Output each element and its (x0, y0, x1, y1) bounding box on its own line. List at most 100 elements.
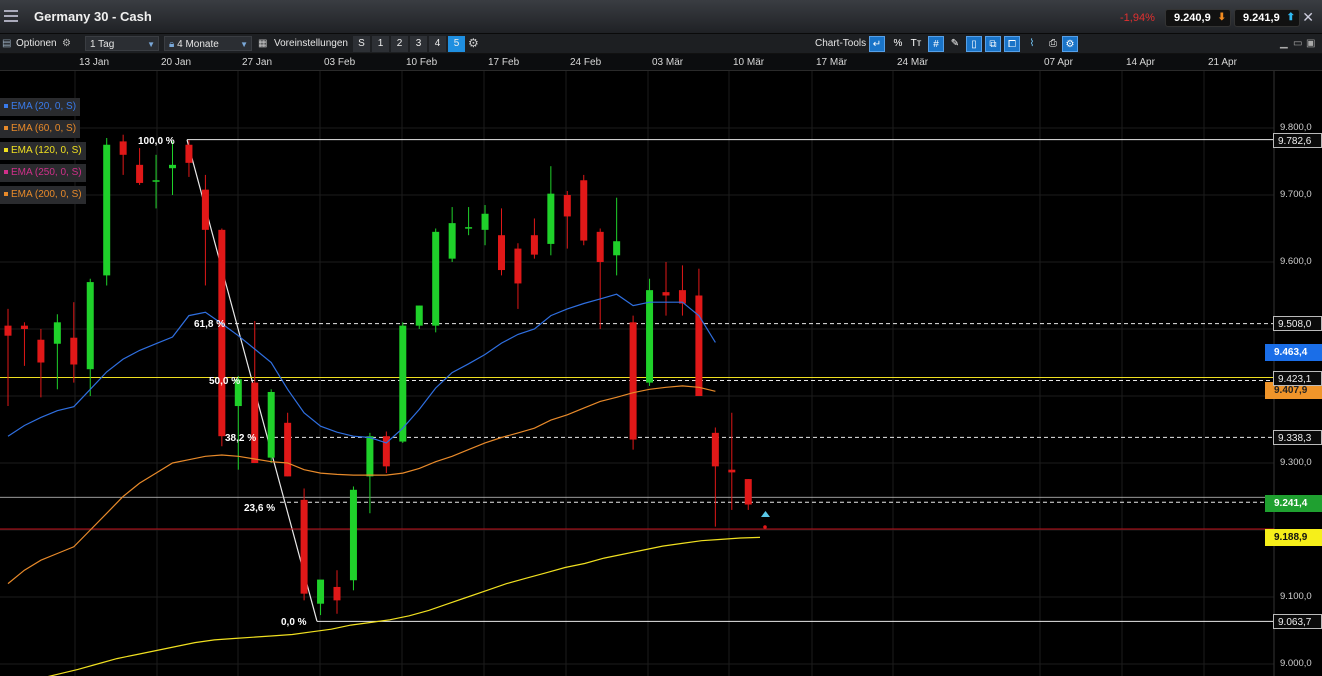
price-marker-icon (761, 511, 770, 517)
ema20-line (8, 294, 715, 443)
legend-dot (4, 170, 8, 174)
bid-price: 9.240,9 (1174, 12, 1211, 24)
options-button[interactable]: Optionen (16, 37, 57, 51)
price-tick: 9.600,0 (1280, 256, 1312, 267)
fib-label: 50,0 % (209, 376, 240, 387)
price-dot-icon (763, 525, 767, 529)
candle-body (613, 241, 620, 255)
date-label: 24 Feb (570, 57, 601, 68)
candle-body (185, 145, 192, 163)
hamburger-menu-icon[interactable] (4, 10, 18, 22)
legend-dot (4, 104, 8, 108)
legend-label: EMA (120, 0, S) (11, 145, 82, 156)
fib-500-tag: 9.423,1 (1273, 371, 1322, 386)
price-tick: 9.300,0 (1280, 457, 1312, 468)
legend-ema200[interactable]: EMA (200, 0, S) (0, 186, 86, 204)
legend-ema20[interactable]: EMA (20, 0, S) (0, 98, 80, 116)
fib-low-tag: 9.063,7 (1273, 614, 1322, 629)
price-tick: 9.700,0 (1280, 189, 1312, 200)
zoom-tool-icon[interactable]: ⧉ (985, 36, 1001, 52)
ask-price-box[interactable]: 9.241,9 ⬆ (1234, 9, 1300, 27)
date-axis: 13 Jan 20 Jan 27 Jan 03 Feb 10 Feb 17 Fe… (0, 54, 1322, 71)
maximize-icon[interactable]: ▣ (1306, 37, 1315, 51)
interval-select[interactable]: 1 Tag ▼ (85, 36, 159, 51)
preset-4[interactable]: 4 (429, 36, 446, 52)
date-label: 17 Feb (488, 57, 519, 68)
date-label: 13 Jan (79, 57, 109, 68)
legend-dot (4, 148, 8, 152)
range-value: 4 Monate (177, 39, 219, 50)
candle-body (202, 190, 209, 230)
range-select[interactable]: 🔒︎ 4 Monate ▼ (164, 36, 252, 51)
bid-price-box[interactable]: 9.240,9 ⬇ (1165, 9, 1231, 27)
candle-body (663, 292, 670, 295)
legend-ema250[interactable]: EMA (250, 0, S) (0, 164, 86, 182)
chevron-down-icon: ▼ (240, 37, 248, 52)
indicator-tool-icon[interactable]: ⌇ (1024, 36, 1040, 52)
date-label: 03 Mär (652, 57, 683, 68)
candle-body (531, 235, 538, 254)
legend-label: EMA (20, 0, S) (11, 101, 76, 112)
lock-icon: 🔒︎ (169, 39, 174, 50)
chart-tools-label: Chart-Tools (815, 37, 866, 51)
candle-body (301, 500, 308, 594)
calendar-icon[interactable]: ▦ (258, 37, 267, 51)
gear-icon[interactable]: ⚙ (62, 37, 71, 51)
preset-3[interactable]: 3 (410, 36, 427, 52)
chevron-down-icon: ▼ (147, 37, 155, 52)
draw-tool-icon[interactable]: ✎ (947, 36, 963, 52)
legend-ema60[interactable]: EMA (60, 0, S) (0, 120, 80, 138)
candle-tool-icon[interactable]: ▯ (966, 36, 982, 52)
date-label: 07 Apr (1044, 57, 1073, 68)
candle-body (580, 180, 587, 240)
options-icon[interactable]: ▤ (2, 37, 11, 51)
grid-tool-icon[interactable]: # (928, 36, 944, 52)
preset-settings-icon[interactable]: ⚙ (468, 36, 479, 50)
date-label: 03 Feb (324, 57, 355, 68)
candle-body (136, 165, 143, 183)
candle-body (87, 282, 94, 369)
fib-label: 38,2 % (225, 433, 256, 444)
candle-body (482, 214, 489, 230)
close-icon[interactable]: ✕ (1302, 9, 1314, 26)
change-percent: -1,94% (1120, 12, 1155, 24)
candle-body (712, 433, 719, 467)
price-chart[interactable] (0, 71, 1322, 676)
candle-body (416, 306, 423, 326)
candle-body (169, 165, 176, 168)
candle-body (251, 383, 258, 463)
preset-2[interactable]: 2 (391, 36, 408, 52)
candle-body (54, 322, 61, 343)
date-label: 27 Jan (242, 57, 272, 68)
bid-arrow-icon: ⬇ (1218, 12, 1226, 23)
text-tool[interactable]: Tт (908, 36, 924, 52)
candle-body (268, 392, 275, 458)
ema20-price-tag: 9.463,4 (1265, 344, 1322, 361)
fib-label: 0,0 % (281, 617, 307, 628)
minimize-icon[interactable]: ▁ (1280, 37, 1288, 51)
candle-body (153, 180, 160, 182)
ask-price: 9.241,9 (1243, 12, 1280, 24)
preset-1[interactable]: 1 (372, 36, 389, 52)
crosshair-tool-icon[interactable]: ↵ (869, 36, 885, 52)
preset-5[interactable]: 5 (448, 36, 465, 52)
candle-body (317, 580, 324, 604)
percent-tool[interactable]: % (890, 36, 906, 52)
fib-label: 61,8 % (194, 319, 225, 330)
legend-label: EMA (200, 0, S) (11, 189, 82, 200)
candle-body (366, 436, 373, 476)
legend-dot (4, 192, 8, 196)
restore-icon[interactable]: ▭ (1293, 37, 1302, 51)
legend-ema120[interactable]: EMA (120, 0, S) (0, 142, 86, 160)
date-label: 14 Apr (1126, 57, 1155, 68)
candle-body (695, 296, 702, 397)
compare-tool-icon[interactable]: ⧠ (1004, 36, 1020, 52)
interval-value: 1 Tag (90, 39, 114, 50)
ema200-line (0, 537, 760, 676)
settings-tool-icon[interactable]: ⚙ (1062, 36, 1078, 52)
preset-s[interactable]: S (353, 36, 370, 52)
fib-high-tag: 9.782,6 (1273, 133, 1322, 148)
candle-body (103, 145, 110, 276)
candle-body (564, 195, 571, 216)
print-icon[interactable]: ⎙ (1045, 36, 1061, 52)
